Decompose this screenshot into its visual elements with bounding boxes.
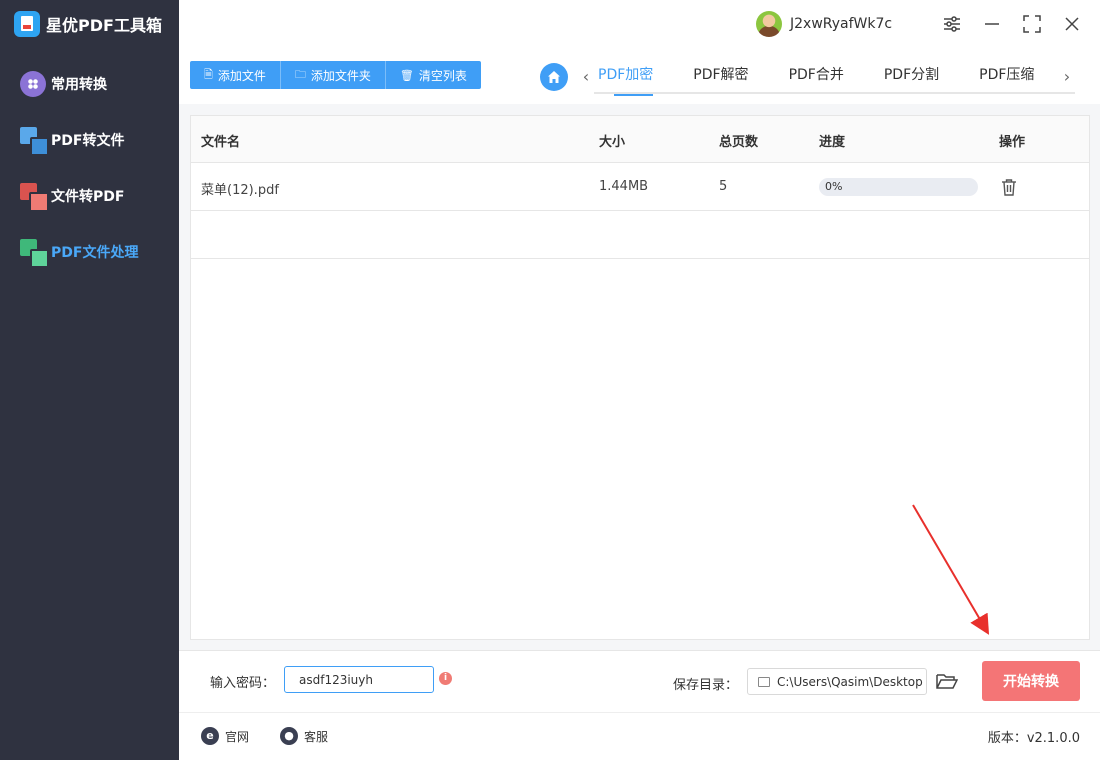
- minimize-icon[interactable]: [980, 12, 1004, 36]
- support-label: 客服: [304, 729, 329, 744]
- tab-pdf-merge[interactable]: PDF合并: [769, 60, 864, 94]
- table-row[interactable]: 菜单(12).pdf 1.44MB 5 0%: [191, 163, 1089, 211]
- avatar[interactable]: [756, 11, 782, 37]
- save-dir-label: 保存目录：: [673, 678, 739, 693]
- browser-e-icon: e: [201, 727, 219, 745]
- tab-pdf-split[interactable]: PDF分割: [864, 60, 959, 94]
- sidebar-item-pdf-process[interactable]: PDF文件处理: [20, 238, 139, 268]
- file-toolbar: 🗎 添加文件 🗀 添加文件夹 🗑 清空列表: [190, 61, 481, 89]
- password-label: 输入密码：: [210, 676, 276, 691]
- file-to-pdf-icon: [20, 183, 49, 212]
- brand: 星优PDF工具箱: [14, 10, 162, 38]
- open-folder-icon[interactable]: [936, 672, 959, 690]
- delete-trash-icon[interactable]: [1001, 178, 1017, 196]
- info-icon[interactable]: i: [439, 672, 452, 685]
- settings-sliders-icon[interactable]: [940, 12, 964, 36]
- close-icon[interactable]: [1060, 12, 1084, 36]
- add-file-button[interactable]: 🗎 添加文件: [190, 61, 281, 89]
- save-dir-value: C:\Users\Qasim\Desktop: [777, 674, 923, 689]
- sidebar-item-pdf-to-file[interactable]: PDF转文件: [20, 126, 125, 156]
- file-name: 菜单(12).pdf: [201, 183, 279, 198]
- tab-pdf-decrypt[interactable]: PDF解密: [673, 60, 768, 94]
- sidebar-item-common-convert[interactable]: 常用转换: [20, 70, 107, 98]
- folder-icon: [758, 676, 770, 687]
- add-file-label: 添加文件: [217, 68, 266, 83]
- column-actions: 操作: [999, 135, 1026, 150]
- file-size: 1.44MB: [599, 179, 649, 194]
- sidebar-item-label: PDF文件处理: [51, 245, 139, 261]
- clear-list-button[interactable]: 🗑 清空列表: [386, 61, 481, 89]
- sidebar: 星优PDF工具箱 常用转换 PDF转文件 文件转PDF PDF文件处理: [0, 0, 179, 760]
- tabs-next-chevron-icon[interactable]: ›: [1058, 64, 1076, 88]
- pdf-to-file-icon: [20, 127, 49, 156]
- pdf-process-icon: [20, 239, 49, 268]
- file-table: 文件名 大小 总页数 进度 操作 菜单(12).pdf 1.44MB 5 0%: [190, 115, 1090, 640]
- column-progress: 进度: [819, 135, 846, 150]
- column-pages: 总页数: [719, 135, 759, 150]
- start-convert-button[interactable]: 开始转换: [982, 661, 1080, 701]
- trash-icon: 🗑: [399, 68, 414, 82]
- password-input[interactable]: [284, 666, 434, 693]
- tool-tabs: PDF加密 PDF解密 PDF合并 PDF分割 PDF压缩: [594, 60, 1075, 96]
- sidebar-item-file-to-pdf[interactable]: 文件转PDF: [20, 182, 125, 212]
- version-text: 版本：v2.1.0.0: [987, 731, 1080, 746]
- sidebar-item-label: 文件转PDF: [51, 189, 125, 205]
- tab-pdf-compress[interactable]: PDF压缩: [959, 60, 1054, 94]
- support-link[interactable]: ● 客服: [280, 727, 328, 745]
- tabs-prev-chevron-icon[interactable]: ‹: [577, 64, 595, 88]
- home-icon: [548, 71, 560, 83]
- username: J2xwRyafWk7c: [790, 16, 893, 32]
- sidebar-item-label: 常用转换: [51, 77, 107, 93]
- add-folder-button[interactable]: 🗀 添加文件夹: [281, 61, 386, 89]
- file-icon: 🗎: [204, 67, 213, 81]
- user-account[interactable]: J2xwRyafWk7c: [756, 10, 892, 38]
- table-header: 文件名 大小 总页数 进度 操作: [191, 116, 1089, 163]
- tab-pdf-encrypt[interactable]: PDF加密: [594, 60, 673, 96]
- sidebar-item-label: PDF转文件: [51, 133, 125, 149]
- app-title: 星优PDF工具箱: [46, 16, 162, 35]
- file-pages: 5: [719, 179, 728, 194]
- app-logo-icon: [14, 11, 40, 37]
- home-button[interactable]: [540, 63, 568, 91]
- maximize-icon[interactable]: [1020, 12, 1044, 36]
- progress-text: 0%: [825, 180, 843, 193]
- website-label: 官网: [225, 729, 250, 744]
- table-empty-row: [191, 211, 1089, 259]
- add-folder-label: 添加文件夹: [310, 68, 371, 83]
- save-dir-field[interactable]: C:\Users\Qasim\Desktop: [747, 668, 927, 695]
- progress-bar: 0%: [819, 178, 978, 196]
- folder-icon: 🗀: [294, 67, 306, 81]
- chat-bubble-icon: ●: [280, 727, 298, 745]
- column-filename: 文件名: [201, 135, 241, 150]
- website-link[interactable]: e 官网: [201, 727, 249, 745]
- grid-icon: [20, 71, 46, 97]
- column-size: 大小: [599, 135, 626, 150]
- clear-list-label: 清空列表: [418, 68, 467, 83]
